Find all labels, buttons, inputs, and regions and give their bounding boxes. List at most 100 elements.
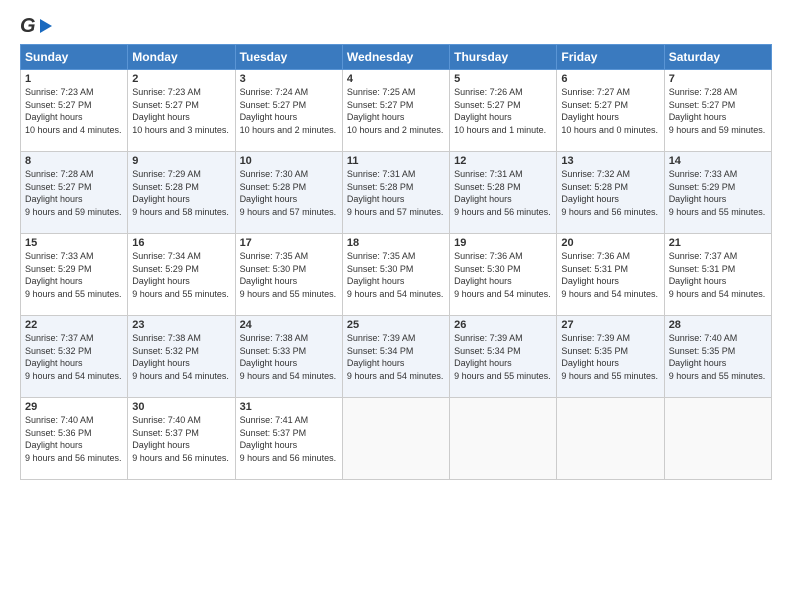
daylight-value: 9 hours and 56 minutes. xyxy=(561,207,658,217)
sunset-label: Sunset: 5:31 PM xyxy=(669,264,736,274)
daylight-value: 9 hours and 55 minutes. xyxy=(669,207,766,217)
day-number: 25 xyxy=(347,319,445,331)
daylight-value: 10 hours and 4 minutes. xyxy=(25,125,122,135)
day-number: 14 xyxy=(669,155,767,167)
sunset-label: Sunset: 5:30 PM xyxy=(240,264,307,274)
day-info: Sunrise: 7:39 AM Sunset: 5:34 PM Dayligh… xyxy=(454,332,552,382)
day-number: 16 xyxy=(132,237,230,249)
day-number: 24 xyxy=(240,319,338,331)
daylight-value: 9 hours and 59 minutes. xyxy=(669,125,766,135)
daylight-label: Daylight hours xyxy=(25,112,83,122)
day-number: 31 xyxy=(240,401,338,413)
sunrise-label: Sunrise: 7:30 AM xyxy=(240,169,309,179)
sunset-label: Sunset: 5:29 PM xyxy=(132,264,199,274)
day-number: 10 xyxy=(240,155,338,167)
sunrise-label: Sunrise: 7:40 AM xyxy=(25,415,94,425)
day-cell xyxy=(342,398,449,480)
day-cell: 20 Sunrise: 7:36 AM Sunset: 5:31 PM Dayl… xyxy=(557,234,664,316)
day-number: 21 xyxy=(669,237,767,249)
sunrise-label: Sunrise: 7:40 AM xyxy=(132,415,201,425)
daylight-label: Daylight hours xyxy=(240,358,298,368)
day-cell: 18 Sunrise: 7:35 AM Sunset: 5:30 PM Dayl… xyxy=(342,234,449,316)
daylight-label: Daylight hours xyxy=(561,194,619,204)
day-number: 27 xyxy=(561,319,659,331)
day-cell: 23 Sunrise: 7:38 AM Sunset: 5:32 PM Dayl… xyxy=(128,316,235,398)
day-info: Sunrise: 7:31 AM Sunset: 5:28 PM Dayligh… xyxy=(347,168,445,218)
day-info: Sunrise: 7:31 AM Sunset: 5:28 PM Dayligh… xyxy=(454,168,552,218)
day-number: 1 xyxy=(25,73,123,85)
sunset-label: Sunset: 5:37 PM xyxy=(132,428,199,438)
daylight-value: 9 hours and 54 minutes. xyxy=(454,289,551,299)
day-number: 18 xyxy=(347,237,445,249)
sunset-label: Sunset: 5:28 PM xyxy=(454,182,521,192)
sunrise-label: Sunrise: 7:28 AM xyxy=(25,169,94,179)
day-number: 19 xyxy=(454,237,552,249)
sunset-label: Sunset: 5:27 PM xyxy=(454,100,521,110)
daylight-label: Daylight hours xyxy=(561,276,619,286)
day-info: Sunrise: 7:33 AM Sunset: 5:29 PM Dayligh… xyxy=(25,250,123,300)
daylight-value: 9 hours and 55 minutes. xyxy=(132,289,229,299)
day-info: Sunrise: 7:41 AM Sunset: 5:37 PM Dayligh… xyxy=(240,414,338,464)
daylight-value: 9 hours and 54 minutes. xyxy=(132,371,229,381)
day-cell: 10 Sunrise: 7:30 AM Sunset: 5:28 PM Dayl… xyxy=(235,152,342,234)
day-info: Sunrise: 7:34 AM Sunset: 5:29 PM Dayligh… xyxy=(132,250,230,300)
day-cell: 22 Sunrise: 7:37 AM Sunset: 5:32 PM Dayl… xyxy=(21,316,128,398)
sunset-label: Sunset: 5:27 PM xyxy=(561,100,628,110)
day-info: Sunrise: 7:35 AM Sunset: 5:30 PM Dayligh… xyxy=(347,250,445,300)
sunrise-label: Sunrise: 7:32 AM xyxy=(561,169,630,179)
sunset-label: Sunset: 5:37 PM xyxy=(240,428,307,438)
daylight-value: 9 hours and 57 minutes. xyxy=(240,207,337,217)
day-number: 3 xyxy=(240,73,338,85)
sunset-label: Sunset: 5:34 PM xyxy=(347,346,414,356)
day-info: Sunrise: 7:40 AM Sunset: 5:36 PM Dayligh… xyxy=(25,414,123,464)
day-info: Sunrise: 7:40 AM Sunset: 5:37 PM Dayligh… xyxy=(132,414,230,464)
sunset-label: Sunset: 5:27 PM xyxy=(347,100,414,110)
sunrise-label: Sunrise: 7:39 AM xyxy=(561,333,630,343)
day-cell: 17 Sunrise: 7:35 AM Sunset: 5:30 PM Dayl… xyxy=(235,234,342,316)
day-cell: 21 Sunrise: 7:37 AM Sunset: 5:31 PM Dayl… xyxy=(664,234,771,316)
day-cell: 12 Sunrise: 7:31 AM Sunset: 5:28 PM Dayl… xyxy=(450,152,557,234)
sunset-label: Sunset: 5:31 PM xyxy=(561,264,628,274)
week-row-3: 15 Sunrise: 7:33 AM Sunset: 5:29 PM Dayl… xyxy=(21,234,772,316)
daylight-label: Daylight hours xyxy=(454,276,512,286)
day-cell: 9 Sunrise: 7:29 AM Sunset: 5:28 PM Dayli… xyxy=(128,152,235,234)
daylight-label: Daylight hours xyxy=(132,440,190,450)
sunset-label: Sunset: 5:28 PM xyxy=(347,182,414,192)
day-number: 26 xyxy=(454,319,552,331)
daylight-label: Daylight hours xyxy=(454,194,512,204)
daylight-label: Daylight hours xyxy=(132,112,190,122)
day-cell: 6 Sunrise: 7:27 AM Sunset: 5:27 PM Dayli… xyxy=(557,70,664,152)
sunrise-label: Sunrise: 7:38 AM xyxy=(240,333,309,343)
sunset-label: Sunset: 5:27 PM xyxy=(25,100,92,110)
daylight-value: 9 hours and 54 minutes. xyxy=(347,289,444,299)
daylight-value: 9 hours and 54 minutes. xyxy=(347,371,444,381)
day-number: 15 xyxy=(25,237,123,249)
day-cell: 19 Sunrise: 7:36 AM Sunset: 5:30 PM Dayl… xyxy=(450,234,557,316)
daylight-label: Daylight hours xyxy=(347,358,405,368)
day-info: Sunrise: 7:26 AM Sunset: 5:27 PM Dayligh… xyxy=(454,86,552,136)
day-cell: 16 Sunrise: 7:34 AM Sunset: 5:29 PM Dayl… xyxy=(128,234,235,316)
daylight-label: Daylight hours xyxy=(347,276,405,286)
day-number: 20 xyxy=(561,237,659,249)
col-header-friday: Friday xyxy=(557,45,664,70)
sunset-label: Sunset: 5:34 PM xyxy=(454,346,521,356)
day-number: 29 xyxy=(25,401,123,413)
sunrise-label: Sunrise: 7:23 AM xyxy=(25,87,94,97)
day-cell: 15 Sunrise: 7:33 AM Sunset: 5:29 PM Dayl… xyxy=(21,234,128,316)
day-info: Sunrise: 7:25 AM Sunset: 5:27 PM Dayligh… xyxy=(347,86,445,136)
sunrise-label: Sunrise: 7:36 AM xyxy=(454,251,523,261)
week-row-1: 1 Sunrise: 7:23 AM Sunset: 5:27 PM Dayli… xyxy=(21,70,772,152)
daylight-label: Daylight hours xyxy=(240,276,298,286)
calendar-header: SundayMondayTuesdayWednesdayThursdayFrid… xyxy=(21,45,772,70)
daylight-value: 10 hours and 2 minutes. xyxy=(240,125,337,135)
calendar-body: 1 Sunrise: 7:23 AM Sunset: 5:27 PM Dayli… xyxy=(21,70,772,480)
daylight-label: Daylight hours xyxy=(240,440,298,450)
daylight-label: Daylight hours xyxy=(25,358,83,368)
daylight-label: Daylight hours xyxy=(25,194,83,204)
day-number: 28 xyxy=(669,319,767,331)
day-cell: 3 Sunrise: 7:24 AM Sunset: 5:27 PM Dayli… xyxy=(235,70,342,152)
sunrise-label: Sunrise: 7:27 AM xyxy=(561,87,630,97)
week-row-5: 29 Sunrise: 7:40 AM Sunset: 5:36 PM Dayl… xyxy=(21,398,772,480)
day-cell: 25 Sunrise: 7:39 AM Sunset: 5:34 PM Dayl… xyxy=(342,316,449,398)
sunrise-label: Sunrise: 7:35 AM xyxy=(240,251,309,261)
